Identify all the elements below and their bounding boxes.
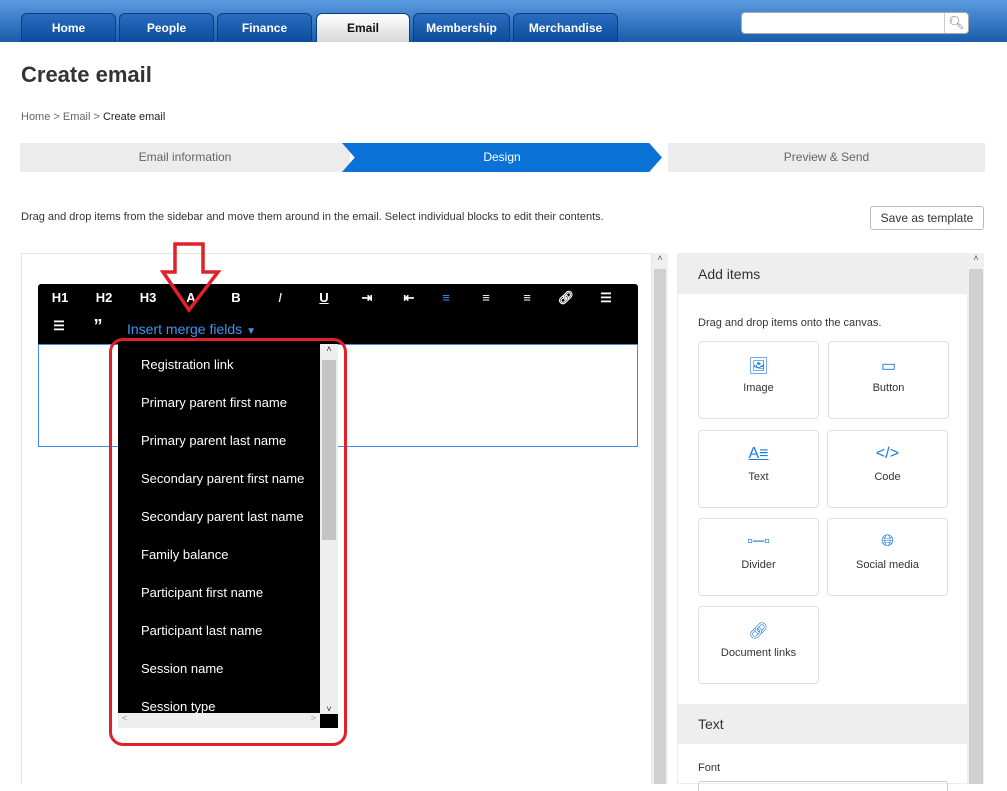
search-input[interactable] (746, 13, 946, 33)
text-icon: A≡ (748, 445, 769, 462)
add-items-header: Add items (678, 254, 969, 294)
step-email-information[interactable]: Email information (20, 143, 350, 172)
globe-icon: 🌐︎ (881, 533, 894, 550)
item-label: Social media (856, 559, 919, 571)
text-section-header: Text (678, 704, 969, 744)
image-icon: 🖼︎ (748, 358, 769, 375)
annotation-highlight-box (109, 338, 347, 746)
breadcrumb-home[interactable]: Home (21, 111, 50, 123)
bullet-list-icon[interactable]: ☰ (44, 318, 74, 334)
quote-icon[interactable]: ” (83, 316, 113, 337)
step-design[interactable]: Design (342, 143, 662, 172)
font-label: Font (698, 762, 721, 774)
tab-merchandise[interactable]: Merchandise (513, 13, 618, 42)
indent-icon[interactable]: ⇥ (352, 290, 382, 306)
tab-email[interactable]: Email (316, 13, 410, 42)
tab-membership[interactable]: Membership (413, 13, 510, 42)
item-image[interactable]: 🖼︎ Image (698, 341, 819, 419)
scroll-up-icon[interactable]: ˄ (968, 253, 984, 269)
h1-button[interactable]: H1 (45, 290, 75, 305)
button-icon: ▭ (880, 358, 897, 375)
underline-button[interactable]: U (309, 290, 339, 305)
item-label: Button (872, 382, 905, 394)
h2-button[interactable]: H2 (89, 290, 119, 305)
page-title: Create email (21, 62, 152, 87)
search-icon[interactable]: 🔍︎ (944, 13, 968, 33)
link-icon: 🔗︎ (748, 623, 769, 640)
item-social-media[interactable]: 🌐︎ Social media (827, 518, 948, 596)
item-code[interactable]: </> Code (827, 430, 948, 508)
bold-button[interactable]: B (221, 290, 251, 305)
merge-fields-label: Insert merge fields (127, 321, 243, 337)
align-left-icon[interactable]: ≡ (431, 290, 461, 305)
arrow-shape (160, 242, 222, 313)
annotation-arrow-icon (160, 242, 222, 313)
sidebar-scrollbar[interactable]: ˄ (968, 253, 984, 784)
tab-people[interactable]: People (119, 13, 214, 42)
breadcrumb-current: Create email (102, 111, 166, 123)
align-right-icon[interactable]: ≡ (512, 290, 542, 305)
item-label: Divider (741, 559, 776, 571)
scroll-thumb[interactable] (969, 269, 983, 784)
insert-merge-fields-dropdown[interactable]: Insert merge fields ▼ (127, 321, 256, 337)
h3-button[interactable]: H3 (133, 290, 163, 305)
item-label: Image (743, 382, 774, 394)
tab-finance[interactable]: Finance (217, 13, 312, 42)
item-label: Code (874, 471, 901, 483)
instructions: Drag and drop items from the sidebar and… (21, 211, 604, 223)
font-select[interactable] (698, 781, 948, 791)
item-divider[interactable]: ▫─▫ Divider (698, 518, 819, 596)
step-preview-send[interactable]: Preview & Send (668, 143, 985, 172)
italic-button[interactable]: I (265, 290, 295, 305)
outdent-icon[interactable]: ⇤ (394, 290, 424, 306)
code-icon: </> (875, 445, 900, 462)
canvas-scrollbar[interactable]: ˄ (652, 253, 668, 784)
top-nav: Home People Finance Email Membership Mer… (0, 0, 1007, 42)
caret-down-icon: ▼ (246, 326, 256, 337)
item-label: Text (748, 471, 769, 483)
item-label: Document links (720, 647, 797, 659)
scroll-up-icon[interactable]: ˄ (652, 253, 668, 269)
align-center-icon[interactable]: ≡ (471, 290, 501, 305)
scroll-thumb[interactable] (654, 269, 666, 784)
breadcrumb: Home > Email > Create email (21, 111, 166, 123)
item-button[interactable]: ▭ Button (828, 341, 949, 419)
ordered-list-icon[interactable]: ☰ (591, 290, 621, 306)
item-document-links[interactable]: 🔗︎ Document links (698, 606, 819, 684)
add-items-hint: Drag and drop items onto the canvas. (698, 317, 882, 329)
breadcrumb-email[interactable]: Email (63, 111, 91, 123)
link-icon[interactable]: 🔗︎ (551, 290, 581, 306)
save-as-template-button[interactable]: Save as template (870, 206, 984, 230)
search-box: 🔍︎ (741, 12, 969, 34)
divider-icon: ▫─▫ (747, 533, 770, 550)
item-text[interactable]: A≡ Text (698, 430, 819, 508)
tab-home[interactable]: Home (21, 13, 116, 42)
sidebar-panel: Add items Drag and drop items onto the c… (677, 253, 969, 791)
